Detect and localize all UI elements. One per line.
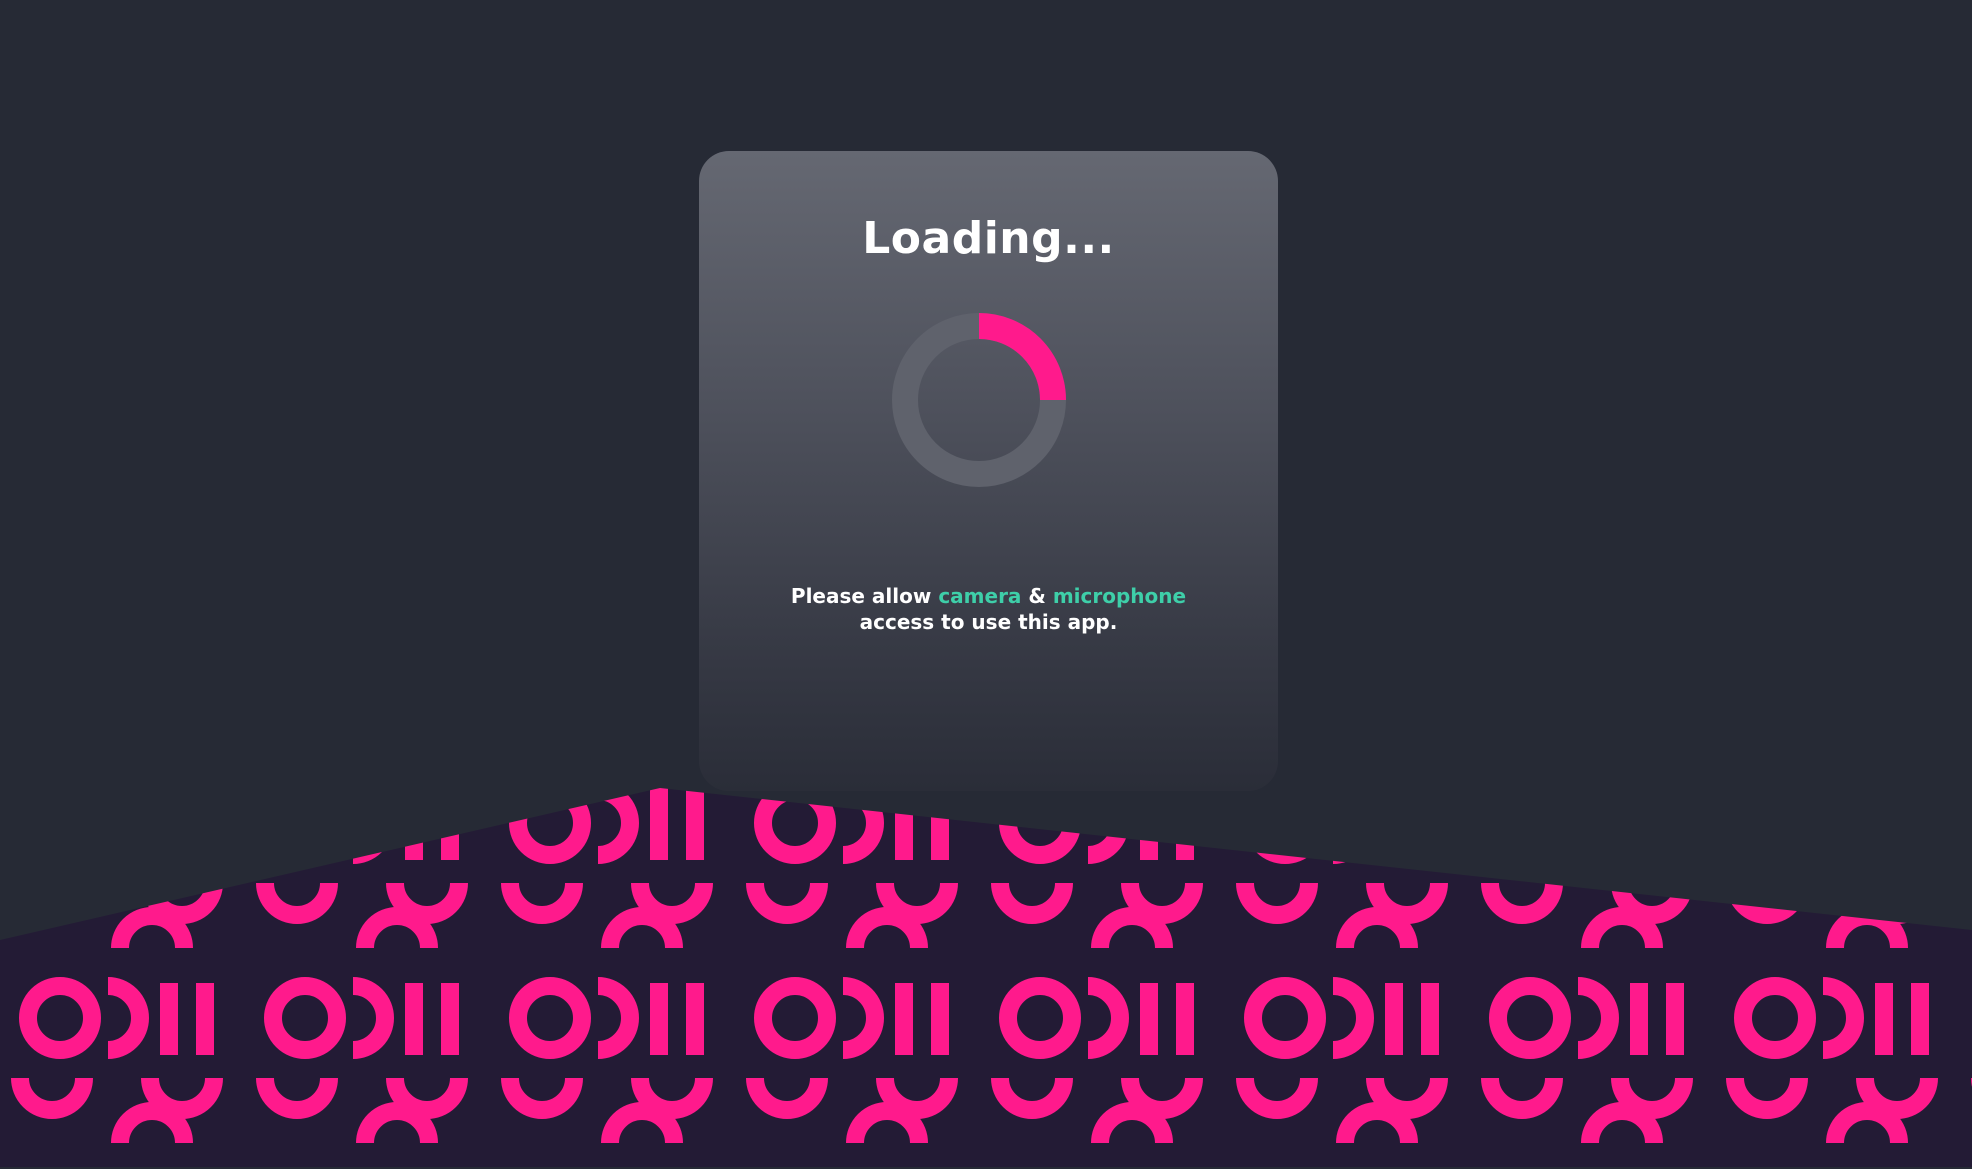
permission-message: Please allow camera & microphone access … (699, 583, 1278, 635)
microphone-link[interactable]: microphone (1053, 584, 1186, 608)
permission-line-2: access to use this app. (859, 610, 1118, 634)
loading-card: Loading... Please allow camera & microph… (699, 151, 1278, 791)
loading-spinner-icon (892, 313, 1066, 487)
permission-prefix: Please allow (790, 584, 939, 608)
loading-title: Loading... (862, 213, 1115, 264)
app-stage: Loading... Please allow camera & microph… (0, 0, 1972, 1169)
camera-link[interactable]: camera (938, 584, 1021, 608)
spinner-progress-arc (978, 313, 1066, 401)
permission-line-1: Please allow camera & microphone (699, 583, 1278, 609)
permission-and: & (1021, 584, 1053, 608)
